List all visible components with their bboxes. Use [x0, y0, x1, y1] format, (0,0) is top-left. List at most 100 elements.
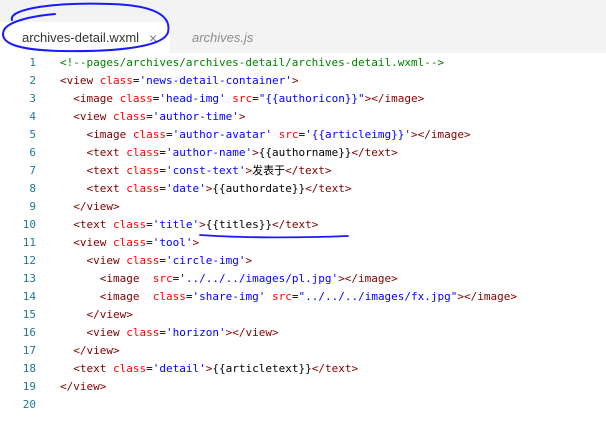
code-token: 'detail': [152, 361, 206, 375]
code-token: =: [146, 217, 153, 231]
code-line[interactable]: 11 <view class='tool'>: [0, 233, 606, 251]
line-number: 15: [22, 307, 36, 321]
code-token: 'author-avatar': [172, 127, 272, 141]
code-token: {{articletext}}: [212, 361, 312, 375]
code-text: <image class='author-avatar' src='{{arti…: [36, 128, 471, 141]
code-editor[interactable]: 1 <!--pages/archives/archives-detail/arch…: [0, 53, 606, 428]
code-token: src: [232, 91, 253, 105]
code-line[interactable]: 9 </view>: [0, 197, 606, 215]
code-token: <image: [99, 271, 153, 285]
code-token: </text>: [285, 164, 332, 177]
code-line[interactable]: 10 <text class='title'>{{titles}}</text>: [0, 215, 606, 233]
code-token: >: [199, 217, 206, 231]
code-line[interactable]: 17 </view>: [0, 341, 606, 359]
code-line[interactable]: 13 <image src='../../../images/pl.jpg'><…: [0, 269, 606, 287]
code-text: </view>: [36, 380, 106, 393]
tab-label: archives.js: [192, 30, 254, 45]
line-number: 17: [22, 343, 36, 357]
line-number: 6: [29, 145, 36, 159]
code-token: 'head-img': [159, 91, 226, 105]
code-text: </view>: [36, 308, 133, 321]
code-line[interactable]: 4 <view class='author-time'>: [0, 107, 606, 125]
code-text: <text class='const-text'>发表于</text>: [36, 162, 332, 178]
code-token: class: [99, 73, 133, 87]
code-token: class: [126, 145, 160, 159]
code-line[interactable]: 14 <image class='share-img' src="../../.…: [0, 287, 606, 305]
code-text: <text class='title'>{{titles}}</text>: [36, 218, 318, 231]
line-number: 5: [29, 127, 36, 141]
close-icon[interactable]: ×: [149, 30, 157, 46]
code-token: 'share-img': [192, 289, 266, 303]
tab-archives-detail-wxml[interactable]: archives-detail.wxml ×: [0, 22, 170, 53]
code-token: <text: [86, 164, 127, 177]
code-token: "../../../images/fx.jpg": [298, 289, 458, 303]
code-line[interactable]: 3 <image class='head-img' src="{{authori…: [0, 89, 606, 107]
line-number: 16: [22, 325, 36, 339]
code-token: </text>: [311, 361, 359, 375]
code-token: <text: [73, 361, 113, 375]
code-token: >: [238, 109, 246, 123]
code-token: =: [132, 73, 140, 87]
line-number: 10: [22, 217, 36, 231]
code-token: ></image>: [457, 289, 518, 303]
code-token: >: [252, 145, 259, 159]
code-token: 'horizon': [166, 325, 226, 339]
line-number: 2: [29, 73, 36, 87]
code-line[interactable]: 15 </view>: [0, 305, 606, 323]
code-line[interactable]: 7 <text class='const-text'>发表于</text>: [0, 161, 606, 179]
code-token: src: [152, 271, 173, 285]
code-token: 发表于: [252, 164, 286, 177]
code-token: ></image>: [364, 91, 425, 105]
code-token: '{{articleimg}}': [305, 127, 412, 141]
code-token: </view>: [73, 199, 120, 213]
code-token: class: [113, 361, 147, 375]
code-line[interactable]: 12 <view class='circle-img'>: [0, 251, 606, 269]
code-token: class: [152, 289, 186, 303]
code-text: <image class='share-img' src="../../../i…: [36, 290, 517, 303]
code-line[interactable]: 20: [0, 395, 606, 413]
code-token: </text>: [271, 217, 319, 231]
code-token: ></view>: [225, 325, 279, 339]
code-token: <!--pages/archives/archives-detail/archi…: [60, 55, 445, 69]
code-token: class: [119, 91, 153, 105]
code-line[interactable]: 18 <text class='detail'>{{articletext}}<…: [0, 359, 606, 377]
code-line[interactable]: 6 <text class='author-name'>{{authorname…: [0, 143, 606, 161]
code-line[interactable]: 19 </view>: [0, 377, 606, 395]
code-line[interactable]: 8 <text class='date'>{{authordate}}</tex…: [0, 179, 606, 197]
code-text: <view class='news-detail-container'>: [36, 74, 298, 87]
code-token: class: [126, 181, 160, 195]
tab-archives-js[interactable]: archives.js: [192, 22, 253, 53]
code-token: 'author-time': [152, 109, 239, 123]
code-token: >: [245, 253, 253, 267]
code-line[interactable]: 2 <view class='news-detail-container'>: [0, 71, 606, 89]
code-token: class: [113, 217, 147, 231]
code-token: src: [271, 289, 292, 303]
line-number: 18: [22, 361, 36, 375]
line-number: 13: [22, 271, 36, 285]
editor-tab-bar: archives-detail.wxml × archives.js: [0, 0, 606, 54]
code-text: </view>: [36, 199, 120, 213]
line-number: 12: [22, 253, 36, 267]
line-number: 3: [29, 91, 36, 105]
code-line[interactable]: 5 <image class='author-avatar' src='{{ar…: [0, 125, 606, 143]
code-token: <image: [86, 127, 133, 141]
code-line[interactable]: 1 <!--pages/archives/archives-detail/arch…: [0, 53, 606, 71]
code-token: <view: [86, 325, 127, 339]
code-token: {{titles}}: [205, 217, 272, 231]
line-number: 7: [29, 163, 36, 177]
code-token: </view>: [73, 343, 120, 357]
code-token: </text>: [305, 181, 352, 195]
code-token: =: [146, 361, 153, 375]
code-line[interactable]: 16 <view class='horizon'></view>: [0, 323, 606, 341]
